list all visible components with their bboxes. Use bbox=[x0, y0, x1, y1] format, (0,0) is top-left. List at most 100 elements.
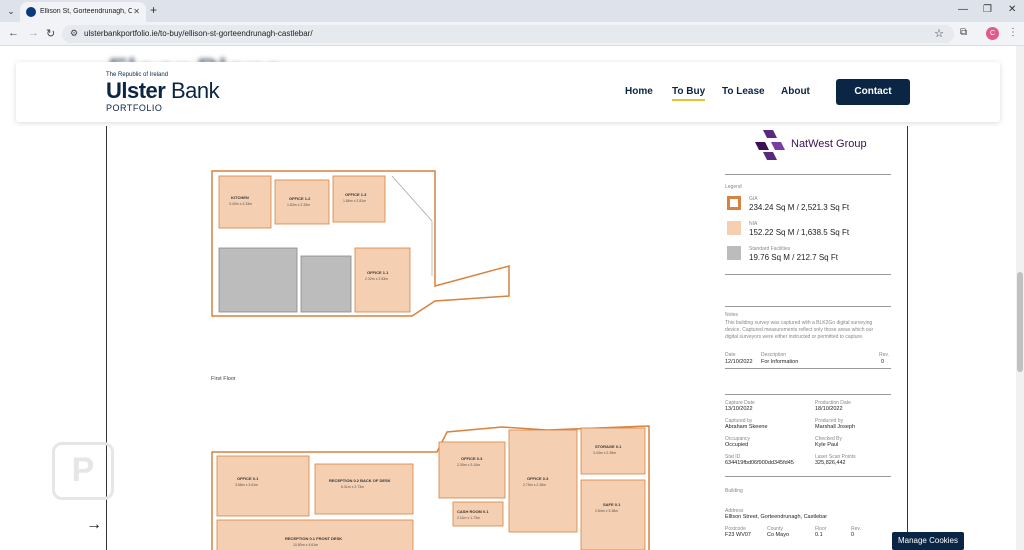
scrollbar-thumb[interactable] bbox=[1017, 272, 1023, 372]
address: Ellison Street, Gorteendrunagh, Castleba… bbox=[725, 514, 828, 520]
rev-date-label: Date bbox=[725, 352, 736, 358]
page-scrollbar[interactable] bbox=[1016, 46, 1024, 550]
room-office-0-1: OFFICE 0.1 bbox=[237, 476, 259, 481]
room-cash-room-dims: 2.11m x 1.73m bbox=[457, 516, 480, 520]
restore-icon[interactable]: ❐ bbox=[983, 4, 992, 15]
room-kitchen: KITCHEN bbox=[231, 195, 249, 200]
room-office-0-1-dims: 3.68m x 3.61m bbox=[235, 483, 258, 487]
divider bbox=[725, 368, 891, 369]
natwest-name: NatWest Group bbox=[791, 138, 867, 150]
legend-nia-swatch bbox=[727, 221, 741, 235]
logo-bank: Bank bbox=[170, 78, 220, 103]
legend-gia-swatch bbox=[727, 196, 741, 210]
rev-desc: For Information bbox=[761, 359, 799, 365]
nav-about[interactable]: About bbox=[781, 86, 810, 97]
natwest-cubes-icon bbox=[755, 130, 785, 160]
url-field[interactable]: ⚙ ulsterbankportfolio.ie/to-buy/ellison-… bbox=[62, 25, 954, 43]
produced-by: Marshall Joseph bbox=[815, 424, 856, 430]
rev-desc-label: Description bbox=[761, 352, 787, 358]
room-safe-dims: 2.84m x 3.38m bbox=[595, 509, 618, 513]
postcode: F23 WV07 bbox=[725, 532, 751, 538]
room-cash-room: CASH ROOM 0.1 bbox=[457, 509, 489, 514]
room-office-1-2: OFFICE 1.2 bbox=[289, 196, 311, 201]
contact-button[interactable]: Contact bbox=[836, 79, 910, 105]
notes-title: Notes bbox=[725, 312, 739, 318]
forward-icon[interactable]: → bbox=[28, 27, 39, 39]
county: Co Mayo bbox=[767, 532, 790, 538]
divider bbox=[725, 274, 891, 275]
legend-nia-label: NIA bbox=[749, 221, 758, 227]
logo-wordmark: Ulster Bank bbox=[106, 78, 220, 104]
reload-icon[interactable]: ↻ bbox=[46, 27, 55, 40]
occupancy: Occupied bbox=[725, 442, 749, 448]
rev-rev: 0 bbox=[881, 359, 885, 365]
room-reception-0-2: RECEPTION 0.2 BACK OF DESK bbox=[329, 478, 391, 483]
room-office-1-3-dims: 1.86m x 2.81m bbox=[343, 199, 366, 203]
minimize-icon[interactable]: — bbox=[958, 4, 968, 15]
site-info-icon[interactable]: ⚙ bbox=[70, 28, 78, 39]
nav-to-lease[interactable]: To Lease bbox=[722, 86, 765, 97]
browser-tab-bar: ⌄ Ellison St, Gorteendrunagh, Castlebar … bbox=[0, 0, 1024, 22]
ulster-bank-logo[interactable]: The Republic of Ireland Ulster Bank PORT… bbox=[106, 72, 226, 113]
rev-rev-label: Rev. bbox=[879, 352, 889, 358]
building-label: Building bbox=[725, 488, 743, 494]
browser-menu-icon[interactable]: ⋮ bbox=[1008, 27, 1018, 38]
nav-to-buy[interactable]: To Buy bbox=[672, 86, 706, 101]
entrance-arrow-icon: → bbox=[86, 516, 102, 533]
room-office-0-3b: OFFICE 0.3 bbox=[527, 476, 549, 481]
stat-id: 634419fbd06f900dd345fd45 bbox=[725, 460, 794, 466]
nav-home[interactable]: Home bbox=[625, 86, 653, 97]
laser-points: 325,826,442 bbox=[815, 460, 846, 466]
legend-title: Legend bbox=[725, 184, 742, 190]
room-reception-0-1: RECEPTION 0.1 FRONT DESK bbox=[285, 536, 342, 541]
tab-search-icon[interactable]: ⌄ bbox=[4, 4, 18, 18]
room-office-1-3: OFFICE 1.3 bbox=[345, 192, 367, 197]
tab-title: Ellison St, Gorteendrunagh, Castlebar bbox=[40, 8, 132, 15]
divider bbox=[725, 306, 891, 307]
divider bbox=[725, 174, 891, 175]
floor: 0.1 bbox=[815, 532, 823, 538]
room-office-0-3b-dims: 2.75m x 2.36m bbox=[523, 483, 546, 487]
legend-nia-value: 152.22 Sq M / 1,638.5 Sq Ft bbox=[749, 228, 850, 237]
bookmark-star-icon[interactable]: ☆ bbox=[934, 27, 944, 40]
floor-plan-document: KITCHEN 3.40m x 3.33m OFFICE 1.2 1.83m x… bbox=[106, 126, 908, 550]
page-viewport: Floor Plans The Republic of Ireland Ulst… bbox=[0, 46, 1016, 550]
room-office-0-3a: OFFICE 0.3 bbox=[461, 456, 483, 461]
room-storage: STORAGE 0.1 bbox=[595, 444, 622, 449]
legend-sf-label: Standard Facilities bbox=[749, 246, 791, 252]
capture-date: 13/10/2022 bbox=[725, 406, 753, 412]
browser-tab[interactable]: Ellison St, Gorteendrunagh, Castlebar ✕ bbox=[20, 2, 146, 22]
room-storage-dims: 3.43m x 2.35m bbox=[593, 451, 616, 455]
ground-floor-plan: OFFICE 0.1 3.68m x 3.61m RECEPTION 0.2 B… bbox=[211, 425, 650, 550]
room-kitchen-dims: 3.40m x 3.33m bbox=[229, 202, 252, 206]
plan-info-panel: NatWest Group Legend GIA 234.24 Sq M / 2… bbox=[725, 126, 891, 550]
site-header: The Republic of Ireland Ulster Bank PORT… bbox=[16, 62, 1000, 122]
room-reception-0-2-dims: 6.31m x 2.73m bbox=[341, 485, 364, 489]
close-window-icon[interactable]: ✕ bbox=[1008, 4, 1016, 15]
room-safe: SAFE 0.1 bbox=[603, 502, 621, 507]
room-office-0-3a-dims: 2.35m x 3.10m bbox=[457, 463, 480, 467]
divider bbox=[725, 394, 891, 395]
site-favicon-icon bbox=[26, 7, 36, 17]
manage-cookies-button[interactable]: Manage Cookies bbox=[892, 532, 964, 550]
back-icon[interactable]: ← bbox=[8, 27, 19, 39]
new-tab-icon[interactable]: + bbox=[150, 3, 157, 17]
notes-text: This building survey was captured with a… bbox=[725, 320, 874, 340]
first-floor-label: First Floor bbox=[211, 376, 236, 382]
legend-gia-value: 234.24 Sq M / 2,521.3 Sq Ft bbox=[749, 203, 850, 212]
room-office-1-2-dims: 1.83m x 2.33m bbox=[287, 203, 310, 207]
address-bar: ← → ↻ ⚙ ulsterbankportfolio.ie/to-buy/el… bbox=[0, 22, 1024, 46]
close-tab-icon[interactable]: ✕ bbox=[133, 7, 140, 16]
first-floor-plan: KITCHEN 3.40m x 3.33m OFFICE 1.2 1.83m x… bbox=[211, 170, 510, 317]
legend-sf-swatch bbox=[727, 246, 741, 260]
extensions-icon[interactable]: ⧉ bbox=[960, 27, 967, 38]
url-text: ulsterbankportfolio.ie/to-buy/ellison-st… bbox=[84, 29, 313, 38]
natwest-logo: NatWest Group bbox=[751, 128, 891, 164]
room-office-1-1-dims: 2.32m x 2.83m bbox=[365, 277, 388, 281]
production-date: 18/10/2022 bbox=[815, 406, 843, 412]
checked-by: Kyle Paul bbox=[815, 442, 839, 448]
captured-by: Abraham Skeene bbox=[725, 424, 768, 430]
profile-avatar[interactable]: C bbox=[986, 27, 999, 40]
legend-sf-value: 19.76 Sq M / 212.7 Sq Ft bbox=[749, 253, 838, 262]
room-office-1-1: OFFICE 1.1 bbox=[367, 270, 389, 275]
